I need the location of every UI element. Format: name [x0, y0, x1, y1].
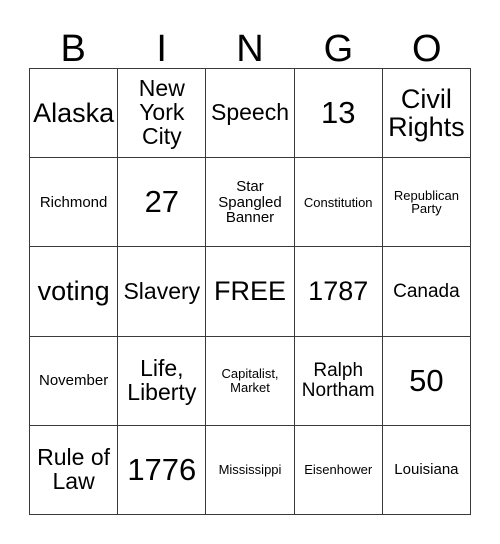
bingo-cell[interactable]: Ralph Northam	[294, 336, 383, 426]
bingo-card: B I N G O Alaska New York City Speech 13…	[29, 14, 472, 516]
bingo-cell[interactable]: Richmond	[30, 158, 119, 248]
bingo-cell[interactable]: Republican Party	[382, 158, 472, 248]
header-letter-n: N	[236, 28, 264, 70]
header-letter-b: B	[60, 28, 86, 70]
bingo-cell[interactable]: Eisenhower	[294, 425, 383, 516]
bingo-cell[interactable]: Capitalist, Market	[206, 336, 295, 426]
bingo-cell[interactable]: 1787	[294, 247, 383, 337]
bingo-cell-free[interactable]: FREE	[206, 247, 295, 337]
bingo-cell[interactable]: 50	[382, 336, 472, 426]
bingo-cell[interactable]: Mississippi	[206, 425, 295, 516]
header-letter-g: G	[323, 28, 354, 70]
header-letter-o: O	[412, 28, 442, 70]
bingo-grid: Alaska New York City Speech 13 Civil Rig…	[29, 68, 472, 516]
bingo-cell[interactable]: voting	[30, 247, 119, 337]
bingo-row: Alaska New York City Speech 13 Civil Rig…	[30, 69, 472, 159]
bingo-cell[interactable]: New York City	[118, 69, 207, 159]
bingo-cell[interactable]: Canada	[382, 247, 472, 337]
bingo-cell[interactable]: Constitution	[294, 158, 383, 248]
bingo-cell[interactable]: Louisiana	[382, 425, 472, 516]
bingo-cell[interactable]: Alaska	[30, 69, 119, 159]
bingo-cell[interactable]: 27	[118, 158, 207, 248]
bingo-cell[interactable]: Speech	[206, 69, 295, 159]
bingo-cell[interactable]: November	[30, 336, 119, 426]
header-letter-i: I	[156, 28, 167, 70]
bingo-cell[interactable]: 1776	[118, 425, 207, 516]
bingo-cell[interactable]: Life, Liberty	[118, 336, 207, 426]
bingo-cell[interactable]: Slavery	[118, 247, 207, 337]
bingo-cell[interactable]: 13	[294, 69, 383, 159]
bingo-row: Rule of Law 1776 Mississippi Eisenhower …	[30, 425, 472, 516]
bingo-row: Richmond 27 Star Spangled Banner Constit…	[30, 158, 472, 248]
bingo-cell[interactable]: Rule of Law	[30, 425, 119, 516]
bingo-row: voting Slavery FREE 1787 Canada	[30, 247, 472, 337]
bingo-cell[interactable]: Civil Rights	[382, 69, 472, 159]
bingo-row: November Life, Liberty Capitalist, Marke…	[30, 336, 472, 426]
bingo-header-row: B I N G O	[29, 14, 471, 68]
bingo-cell[interactable]: Star Spangled Banner	[206, 158, 295, 248]
